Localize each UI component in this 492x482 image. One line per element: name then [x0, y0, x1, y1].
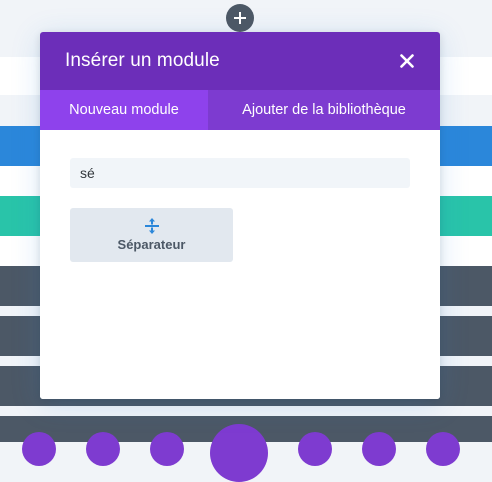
module-card-separator[interactable]: Séparateur [70, 208, 233, 262]
add-module-circle[interactable] [426, 432, 460, 466]
add-module-circle[interactable] [298, 432, 332, 466]
tab-new-module[interactable]: Nouveau module [40, 90, 208, 130]
add-module-circle[interactable] [362, 432, 396, 466]
modal-header: Insérer un module [40, 32, 440, 90]
modal-title: Insérer un module [65, 50, 220, 71]
modal-body: Séparateur [40, 130, 440, 399]
add-module-circle[interactable] [150, 432, 184, 466]
tab-add-from-library[interactable]: Ajouter de la bibliothèque [208, 90, 440, 130]
add-module-button[interactable] [226, 4, 254, 32]
insert-module-modal: Insérer un module Nouveau module Ajouter… [40, 32, 440, 399]
close-button[interactable] [398, 52, 416, 70]
search-input[interactable] [70, 158, 410, 188]
close-icon [400, 54, 414, 68]
modal-tabs: Nouveau module Ajouter de la bibliothèqu… [40, 90, 440, 130]
tab-label: Nouveau module [69, 102, 179, 118]
module-card-label: Séparateur [117, 237, 186, 252]
add-module-circle[interactable] [86, 432, 120, 466]
tab-label: Ajouter de la bibliothèque [242, 102, 406, 118]
search-field[interactable] [70, 158, 410, 188]
divider-move-icon [144, 217, 160, 235]
add-module-circle[interactable] [22, 432, 56, 466]
add-row-circle[interactable] [210, 424, 268, 482]
plus-icon [234, 12, 246, 24]
